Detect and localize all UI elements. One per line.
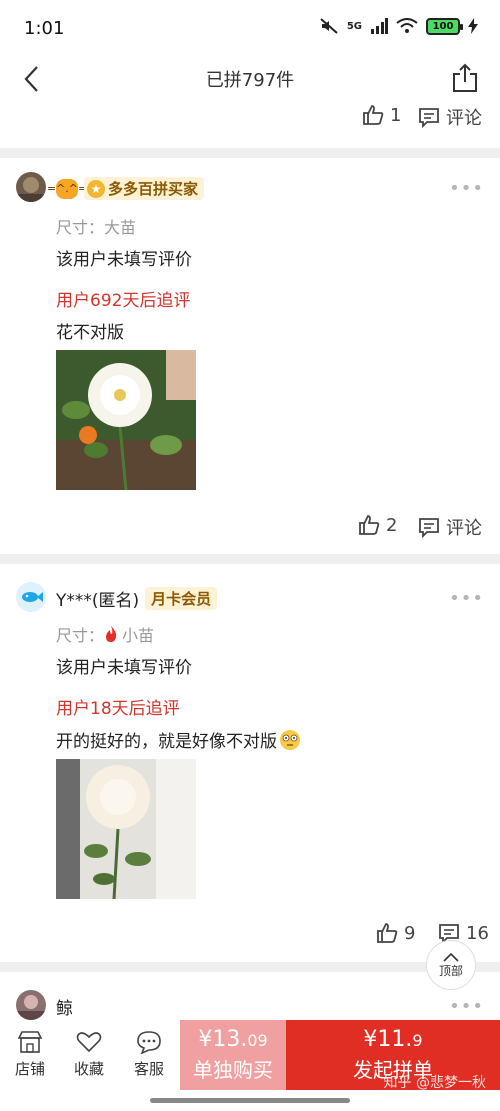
medal-icon: ★ bbox=[87, 179, 105, 198]
start-group-buy-button[interactable]: ¥11.9 发起拼单 知乎 @悲梦一秋 bbox=[286, 1020, 500, 1091]
home-indicator-area bbox=[0, 1090, 500, 1111]
back-to-top-button[interactable]: 顶部 bbox=[426, 940, 476, 990]
single-price: ¥13.09 bbox=[198, 1027, 267, 1052]
fire-icon bbox=[106, 626, 117, 642]
member-badge: 月卡会员 bbox=[145, 587, 218, 610]
cat-emoji-icon: =^.^= bbox=[47, 178, 87, 199]
store-label: 店铺 bbox=[14, 1060, 45, 1078]
comment-label: 评论 bbox=[446, 108, 482, 129]
wifi-icon bbox=[396, 18, 418, 33]
followup-text: 花不对版 bbox=[56, 323, 124, 343]
comment-count: 16 bbox=[466, 922, 489, 944]
comment-icon bbox=[419, 518, 439, 538]
comment-icon bbox=[419, 108, 439, 128]
review-card: =^.^= ★ 多多百拼买家 ••• 尺寸：大苗 该用户未填写评价 用户692天… bbox=[0, 158, 500, 554]
like-count: 2 bbox=[386, 514, 398, 536]
avatar[interactable] bbox=[16, 582, 46, 612]
followup-text: 开的挺好的，就是好像不对版 bbox=[56, 732, 277, 752]
status-icons: 5G 100 bbox=[319, 17, 478, 35]
nav-bar: 已拼797件 bbox=[0, 58, 500, 104]
mute-icon bbox=[320, 18, 338, 34]
thumbs-up-icon bbox=[359, 515, 380, 535]
single-buy-label: 单独购买 bbox=[193, 1058, 273, 1082]
spec-value: 小苗 bbox=[122, 626, 155, 645]
page-title: 已拼797件 bbox=[205, 70, 295, 91]
buyer-badge: ★ 多多百拼买家 bbox=[84, 177, 205, 200]
badge-label: 月卡会员 bbox=[151, 590, 212, 608]
store-button[interactable]: 店铺 bbox=[5, 1030, 55, 1079]
network-type: 5G bbox=[346, 20, 362, 32]
chat-bubble-icon bbox=[137, 1031, 161, 1054]
review-photo[interactable] bbox=[56, 759, 196, 899]
group-price-decimal: 9 bbox=[412, 1031, 423, 1050]
spec-line: 尺寸： 小苗 bbox=[56, 622, 154, 646]
followup-header: 用户692天后追评 bbox=[56, 291, 191, 311]
like-count: 9 bbox=[404, 922, 416, 944]
customer-service-label: 客服 bbox=[133, 1060, 164, 1078]
favorite-label: 收藏 bbox=[73, 1060, 104, 1078]
review-username: =^.^= ★ 多多百拼买家 bbox=[47, 177, 205, 200]
review-text: 该用户未填写评价 bbox=[56, 658, 192, 678]
chevron-up-icon bbox=[443, 952, 459, 962]
buy-single-button[interactable]: ¥13.09 单独购买 bbox=[180, 1020, 286, 1090]
review-username: 鲸 bbox=[56, 999, 73, 1019]
username-text: Y***(匿名) bbox=[56, 591, 140, 611]
previous-review-card: 1 评论 bbox=[0, 104, 500, 148]
heart-icon bbox=[76, 1032, 102, 1053]
review-card: 鲸 ••• bbox=[0, 972, 500, 1020]
group-price: ¥11.9 bbox=[363, 1027, 422, 1052]
like-count: 1 bbox=[390, 104, 402, 126]
more-options-button[interactable]: ••• bbox=[449, 996, 484, 1017]
review-username: Y***(匿名) 月卡会员 bbox=[56, 586, 218, 611]
review-card: Y***(匿名) 月卡会员 ••• 尺寸： 小苗 该用户未填写评价 用户18天后… bbox=[0, 564, 500, 962]
like-button[interactable]: 9 bbox=[376, 922, 415, 944]
single-price-main: ¥13. bbox=[198, 1027, 248, 1052]
spec-label: 尺寸： bbox=[56, 626, 105, 645]
more-options-button[interactable]: ••• bbox=[449, 178, 484, 199]
followup-header: 用户18天后追评 bbox=[56, 699, 180, 719]
group-price-main: ¥11. bbox=[363, 1027, 413, 1052]
comment-label: 评论 bbox=[446, 518, 482, 539]
share-icon[interactable] bbox=[450, 63, 480, 93]
comment-button[interactable]: 评论 bbox=[418, 104, 482, 130]
followup-line: 开的挺好的，就是好像不对版 bbox=[56, 727, 301, 752]
more-options-button[interactable]: ••• bbox=[449, 588, 484, 609]
review-photo[interactable] bbox=[56, 350, 196, 490]
watermark-text: 知乎 @悲梦一秋 bbox=[383, 1075, 486, 1091]
review-text: 该用户未填写评价 bbox=[56, 250, 192, 270]
like-button[interactable]: 2 bbox=[358, 514, 397, 536]
customer-service-button[interactable]: 客服 bbox=[124, 1030, 174, 1079]
spec-label: 尺寸： bbox=[56, 218, 105, 237]
badge-label: 多多百拼买家 bbox=[108, 180, 199, 198]
bottom-bar: 店铺 收藏 客服 ¥13.09 单独购买 ¥11.9 发起拼单 知乎 @悲梦一秋 bbox=[0, 1020, 500, 1091]
spec-line: 尺寸：大苗 bbox=[56, 214, 136, 238]
status-bar: 1:01 5G 100 bbox=[0, 0, 500, 58]
signal-icon bbox=[371, 18, 388, 34]
status-time: 1:01 bbox=[24, 18, 65, 39]
home-indicator[interactable] bbox=[150, 1098, 350, 1103]
charging-icon bbox=[468, 18, 478, 34]
thumbs-up-icon bbox=[377, 923, 398, 943]
battery-icon: 100 bbox=[426, 17, 463, 35]
single-price-decimal: 09 bbox=[247, 1031, 268, 1050]
spec-value: 大苗 bbox=[104, 218, 137, 237]
avatar[interactable] bbox=[16, 172, 46, 202]
comment-button[interactable]: 评论 bbox=[418, 514, 482, 540]
avatar[interactable] bbox=[16, 990, 46, 1020]
favorite-button[interactable]: 收藏 bbox=[64, 1030, 114, 1079]
store-icon bbox=[17, 1031, 43, 1053]
thumbs-up-icon bbox=[363, 105, 384, 125]
back-to-top-label: 顶部 bbox=[438, 963, 463, 978]
flushed-face-emoji-icon bbox=[280, 729, 300, 750]
like-button[interactable]: 1 bbox=[362, 104, 401, 126]
